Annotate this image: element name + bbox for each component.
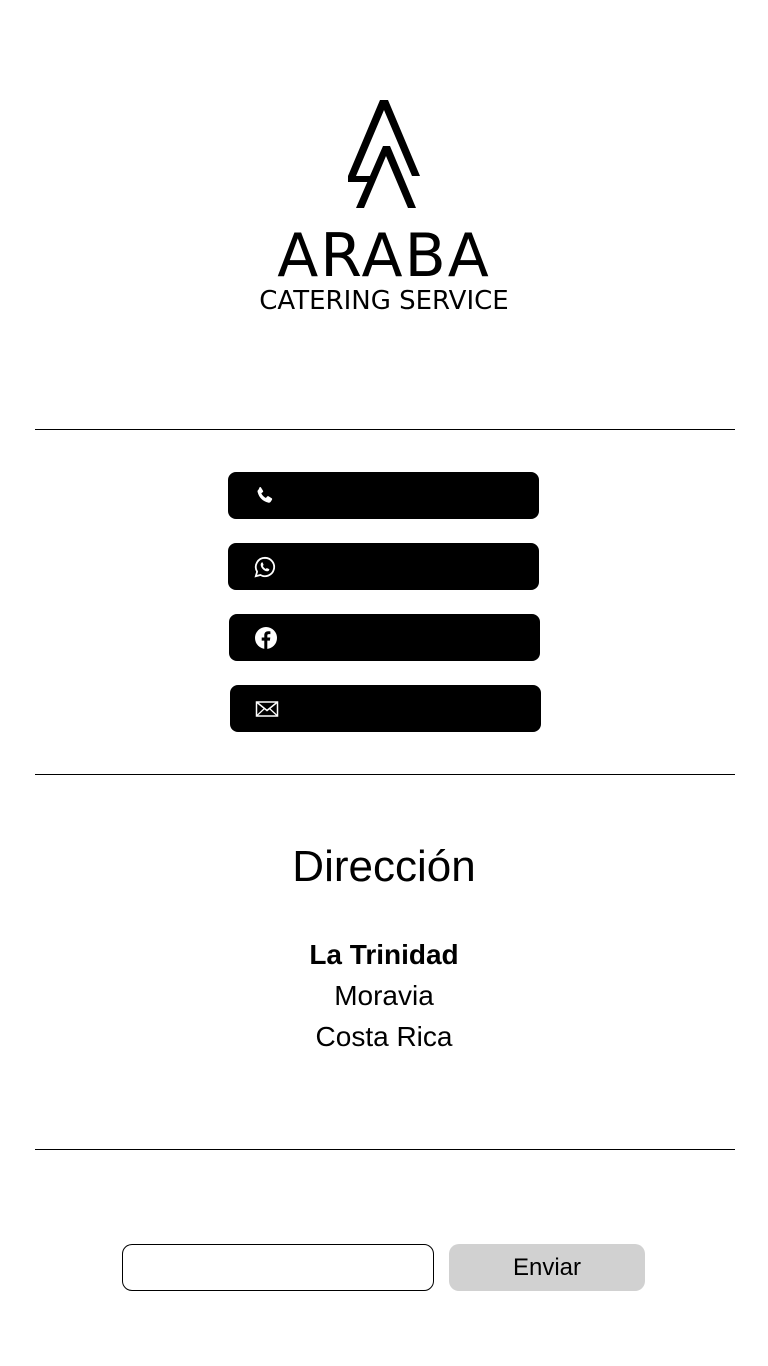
email-button[interactable] xyxy=(230,685,541,732)
subscribe-input[interactable] xyxy=(122,1244,434,1291)
phone-icon xyxy=(257,486,273,503)
address-title: Dirección xyxy=(292,842,476,891)
whatsapp-button[interactable] xyxy=(228,543,539,590)
brand-logo: ARABA CATERING SERVICE xyxy=(0,96,768,316)
address-line-1: La Trinidad xyxy=(309,939,459,970)
brand-name: ARABA xyxy=(277,221,491,291)
send-button[interactable]: Enviar xyxy=(449,1244,645,1291)
facebook-icon xyxy=(255,626,277,649)
facebook-button[interactable] xyxy=(229,614,540,661)
divider-bottom xyxy=(35,1149,735,1150)
brand-subtitle: CATERING SERVICE xyxy=(259,286,509,316)
address-line-3: Costa Rica xyxy=(315,1021,453,1052)
address-line-2: Moravia xyxy=(334,980,434,1011)
divider-middle xyxy=(35,774,735,775)
mail-icon xyxy=(255,700,279,717)
whatsapp-icon xyxy=(254,556,276,577)
phone-button[interactable] xyxy=(228,472,539,519)
araba-logo-icon xyxy=(348,100,420,208)
address-block: La Trinidad Moravia Costa Rica xyxy=(0,934,768,1057)
divider-top xyxy=(35,429,735,430)
